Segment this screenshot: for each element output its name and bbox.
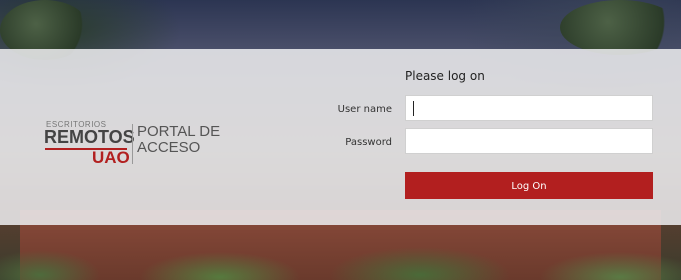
text-caret bbox=[413, 101, 414, 116]
logo-divider bbox=[132, 124, 133, 164]
logo-portal-line1: PORTAL DE bbox=[137, 123, 221, 140]
portal-logo: ESCRITORIOS REMOTOS UAO PORTAL DE ACCESO bbox=[44, 118, 224, 168]
background-tree bbox=[560, 0, 680, 55]
logo-accent-text: UAO bbox=[92, 148, 130, 167]
username-field[interactable] bbox=[405, 95, 653, 121]
logo-main-text: REMOTOS bbox=[44, 127, 135, 147]
password-label: Password bbox=[345, 137, 392, 148]
logo-portal-line2: ACCESO bbox=[137, 139, 201, 156]
logo-portal-text: PORTAL DE ACCESO bbox=[137, 124, 220, 156]
background-shrubs bbox=[0, 235, 681, 280]
username-label: User name bbox=[337, 104, 392, 115]
log-on-button[interactable]: Log On bbox=[405, 172, 653, 199]
password-field[interactable] bbox=[405, 128, 653, 154]
login-title: Please log on bbox=[405, 69, 485, 83]
